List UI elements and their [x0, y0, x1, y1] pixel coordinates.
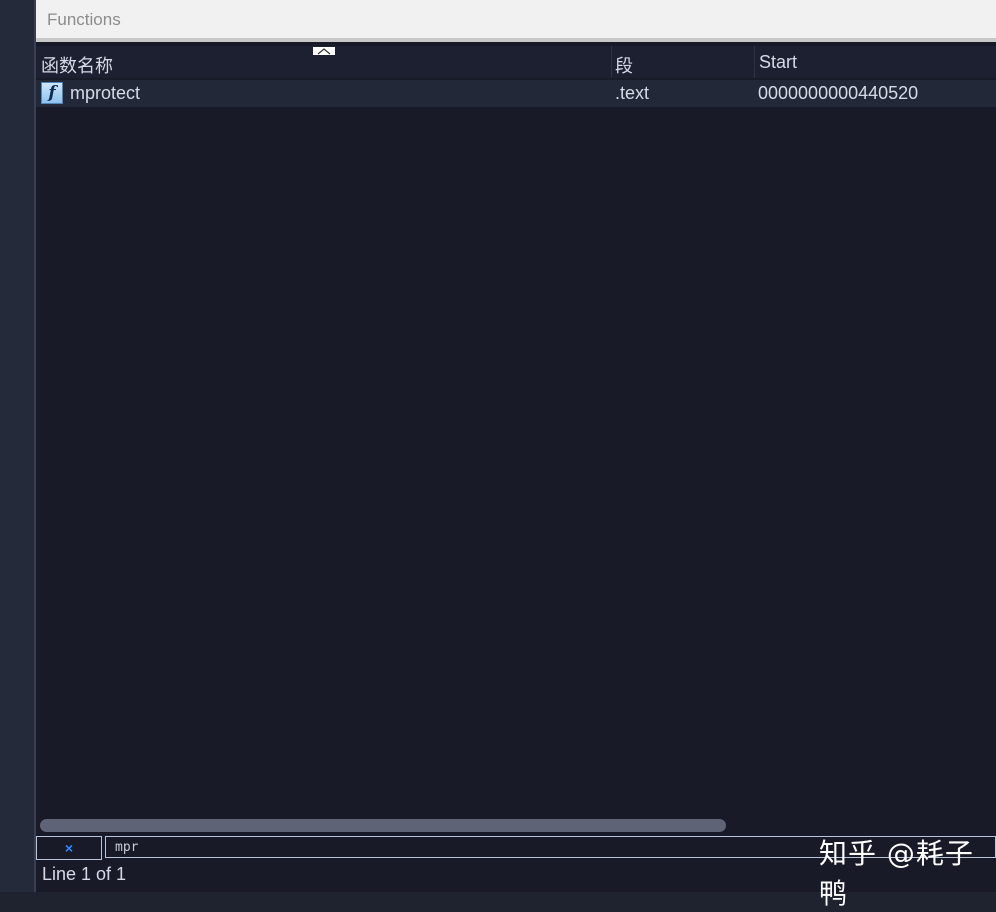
- function-name-cell: mprotect: [70, 83, 141, 103]
- window-title: Functions: [47, 10, 121, 29]
- functions-window: Functions 函数名称 段 Start f mprotect .text …: [36, 0, 996, 910]
- column-header-start[interactable]: Start: [759, 52, 797, 73]
- start-address-cell: 0000000000440520: [758, 83, 919, 103]
- window-titlebar[interactable]: Functions: [36, 0, 996, 42]
- sort-ascending-icon: [313, 47, 335, 55]
- column-divider[interactable]: [611, 46, 612, 78]
- segment-cell: .text: [615, 83, 650, 103]
- table-header: 函数名称 段 Start: [36, 46, 996, 78]
- left-panel-gutter: [0, 0, 34, 892]
- clear-filter-button[interactable]: ×: [36, 836, 102, 860]
- function-icon: f: [41, 82, 63, 104]
- horizontal-scrollbar[interactable]: [40, 819, 726, 832]
- watermark: 知乎 @耗子鸭: [819, 837, 974, 910]
- column-divider[interactable]: [754, 46, 755, 78]
- status-line-count: Line 1 of 1: [42, 864, 127, 884]
- column-header-segment[interactable]: 段: [615, 52, 633, 78]
- table-row[interactable]: f mprotect .text 0000000000440520: [36, 80, 996, 107]
- column-header-function-name[interactable]: 函数名称: [41, 52, 113, 78]
